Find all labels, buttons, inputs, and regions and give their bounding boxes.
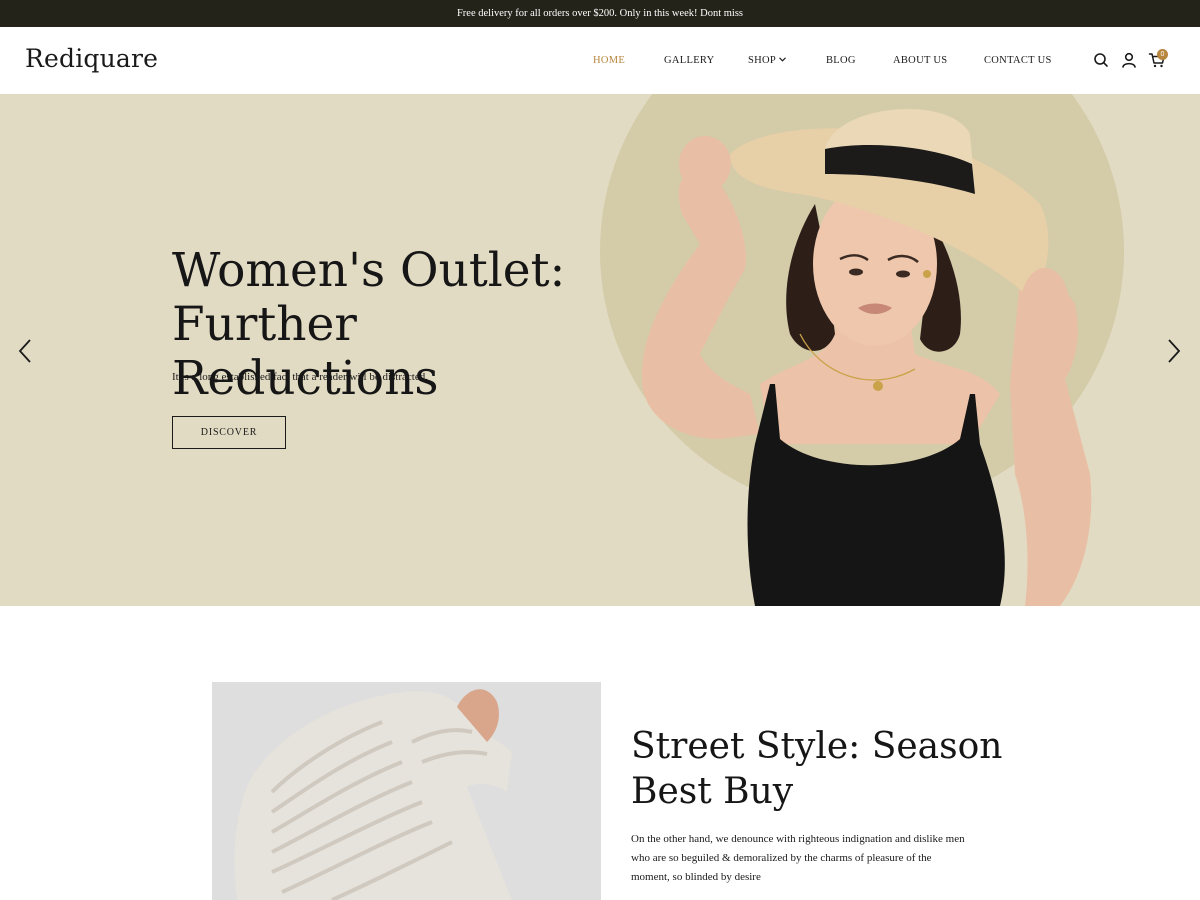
feature-description: On the other hand, we denounce with righ…: [631, 830, 1001, 887]
brand-logo[interactable]: Rediquare: [25, 44, 158, 73]
hero-banner: Women's Outlet: Further Reductions It is…: [0, 94, 1200, 606]
hero-subtitle: It is a long established fact that a rea…: [172, 371, 428, 383]
sweater-model-image: [212, 682, 601, 900]
feature-text-line2: who are so beguiled & demoralized by the…: [631, 852, 932, 864]
nav-gallery[interactable]: GALLERY: [664, 55, 715, 66]
feature-title-line2: Best Buy: [631, 771, 794, 812]
cart-count-badge: 0: [1157, 49, 1168, 60]
chevron-left-icon[interactable]: [17, 338, 33, 364]
announcement-text: Free delivery for all orders over $200. …: [456, 8, 744, 19]
feature-title-line1: Street Style: Season: [631, 726, 1003, 767]
nav-shop[interactable]: SHOP: [748, 55, 786, 66]
nav-blog[interactable]: BLOG: [826, 55, 856, 66]
hero-model-image: [641, 108, 1092, 606]
nav-home[interactable]: HOME: [593, 55, 625, 66]
hero-title-line2: Further Reductions: [172, 297, 439, 406]
nav-shop-label: SHOP: [748, 55, 777, 66]
nav-about[interactable]: ABOUT US: [893, 55, 947, 66]
feature-text-line3: moment, so blinded by desire: [631, 871, 761, 883]
announcement-bar: Free delivery for all orders over $200. …: [0, 0, 1200, 27]
site-header: Rediquare HOME GALLERY SHOP BLOG ABOUT U…: [0, 27, 1200, 94]
hero-title-line1: Women's Outlet:: [172, 243, 566, 298]
feature-title: Street Style: Season Best Buy: [631, 724, 1011, 814]
chevron-right-icon[interactable]: [1166, 338, 1182, 364]
chevron-down-icon: [779, 57, 786, 62]
search-icon[interactable]: [1092, 51, 1110, 69]
feature-text-line1: On the other hand, we denounce with righ…: [631, 833, 965, 845]
discover-button[interactable]: DISCOVER: [172, 416, 286, 449]
sweater-illustration: [212, 682, 601, 900]
nav-contact[interactable]: CONTACT US: [984, 55, 1052, 66]
user-icon[interactable]: [1120, 51, 1138, 69]
